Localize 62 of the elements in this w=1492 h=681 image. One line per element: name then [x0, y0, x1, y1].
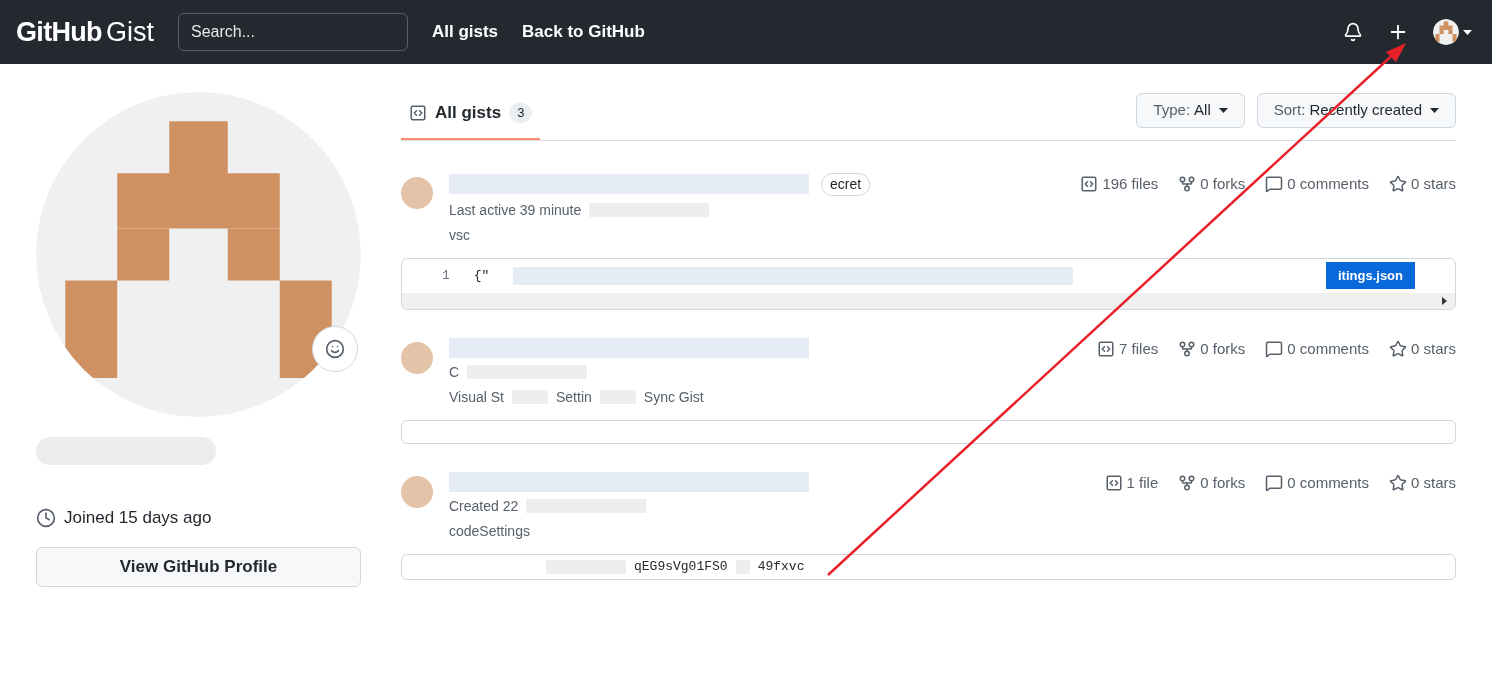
gist-meta: C	[449, 362, 460, 382]
gist-description: Settin	[556, 387, 592, 407]
profile-button[interactable]: View GitHub Profile	[36, 546, 361, 587]
stat-link[interactable]: 196 files	[1080, 172, 1159, 195]
comment-icon	[1265, 473, 1284, 492]
gist-meta: Last active 39 minute	[449, 200, 582, 220]
filter-dropdown[interactable]: Type: All	[1136, 92, 1245, 128]
logo-text[interactable]: GitHub	[16, 11, 102, 53]
gist-description: codeSettings	[449, 521, 530, 541]
stat-link[interactable]: 0 stars	[1389, 172, 1456, 195]
avatar-placeholder	[401, 475, 433, 508]
count-badge: 3	[509, 103, 533, 123]
fork-icon	[1178, 473, 1197, 492]
code-icon	[1097, 339, 1116, 358]
scrollbar[interactable]	[402, 292, 1455, 309]
line-number: 1	[442, 266, 450, 285]
caret-icon	[1218, 107, 1228, 113]
stat-link[interactable]: 7 files	[1097, 337, 1159, 360]
code-text: {"	[473, 266, 490, 285]
gists-tab[interactable]: All gists 3	[401, 92, 541, 140]
stat-link[interactable]: 0 comments	[1265, 172, 1369, 195]
logo-text[interactable]: Gist	[105, 11, 154, 53]
avatar-placeholder	[401, 341, 433, 374]
search-field[interactable]: Search...	[177, 13, 408, 51]
star-icon	[1389, 473, 1407, 492]
stat-link[interactable]: 0 comments	[1265, 471, 1369, 494]
stat-link[interactable]: 0 forks	[1178, 337, 1246, 360]
caret-icon	[1430, 107, 1439, 113]
file-tab[interactable]: itings.json	[1326, 261, 1415, 290]
status-button[interactable]	[312, 326, 358, 372]
comment-icon	[1265, 339, 1284, 358]
scroll-arrow-icon[interactable]	[1442, 296, 1447, 305]
comment-icon	[1265, 174, 1284, 193]
gist-description: vsc	[449, 225, 470, 245]
stat-link[interactable]: 0 stars	[1389, 471, 1456, 494]
nav-link[interactable]: All gists	[431, 19, 499, 45]
stat-link[interactable]: 0 forks	[1178, 172, 1246, 195]
fork-icon	[1178, 174, 1197, 193]
code-text: qEG9sVg01FS0	[634, 557, 728, 576]
stat-link[interactable]: 1 file	[1104, 471, 1159, 494]
code-text: 49fxvc	[757, 557, 805, 576]
avatar-placeholder	[401, 176, 433, 209]
stat-link[interactable]: 0 stars	[1389, 337, 1456, 360]
notifications-icon[interactable]	[1343, 22, 1363, 42]
stat-link[interactable]: 0 forks	[1178, 471, 1246, 494]
code-icon	[1104, 473, 1123, 492]
smiley-icon	[325, 339, 345, 359]
caret-icon	[1463, 29, 1472, 35]
code-icon	[1080, 174, 1099, 193]
star-icon	[1389, 339, 1407, 358]
gist-description: Visual St	[449, 387, 504, 407]
clock-icon	[36, 507, 56, 528]
stat-link[interactable]: 0 comments	[1265, 337, 1369, 360]
code-icon	[409, 103, 427, 122]
nav-link[interactable]: Back to GitHub	[522, 19, 645, 45]
gist-meta: Created 22	[449, 496, 519, 516]
identicon-avatar	[1433, 19, 1459, 45]
avatar-menu[interactable]	[1433, 19, 1472, 45]
gist-description: Sync Gist	[643, 387, 704, 407]
joined-text: Joined 15 days ago	[64, 507, 212, 529]
star-icon	[1389, 174, 1407, 193]
fork-icon	[1178, 339, 1197, 358]
